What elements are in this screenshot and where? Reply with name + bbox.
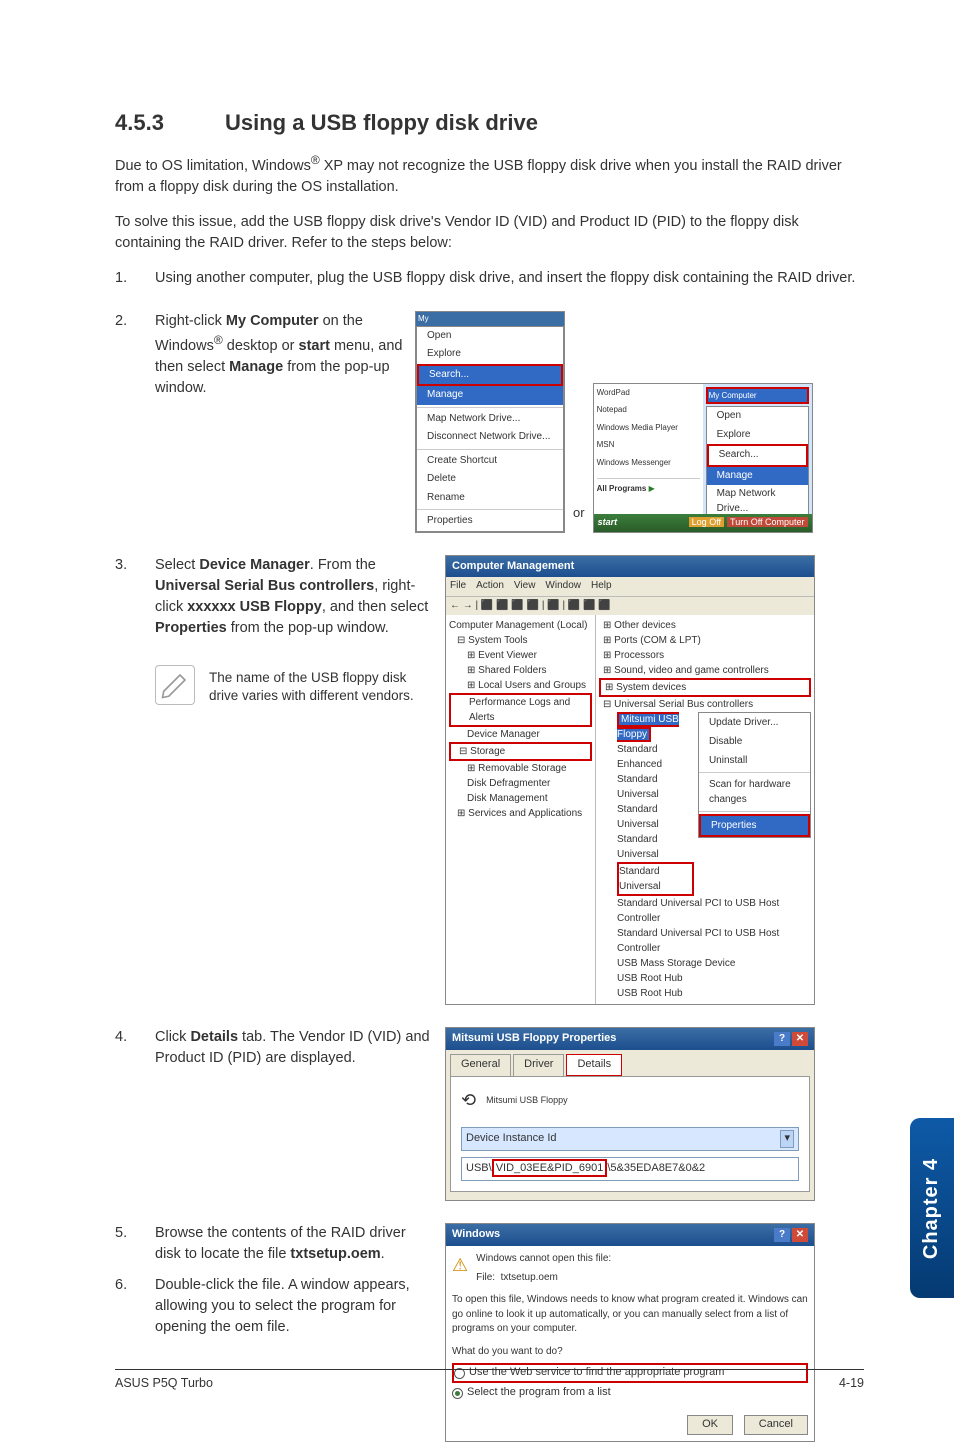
step-1: 1. Using another computer, plug the USB …	[115, 268, 864, 289]
tab-details[interactable]: Details	[566, 1054, 622, 1076]
instance-id-selector[interactable]: Device Instance Id ▾	[461, 1127, 799, 1151]
menu-disconnect-drive[interactable]: Disconnect Network Drive...	[417, 428, 563, 447]
computer-management-window: Computer Management File Action View Win…	[445, 555, 815, 1006]
menu-map-drive[interactable]: Map Network Drive...	[417, 410, 563, 429]
intro-para-2: To solve this issue, add the USB floppy …	[115, 212, 864, 254]
start-wordpad[interactable]: WordPad	[597, 387, 700, 399]
step-4: 4. Click Details tab. The Vendor ID (VID…	[115, 1027, 864, 1201]
chapter-tab: Chapter 4	[910, 1118, 954, 1298]
start-manage[interactable]: Manage	[707, 467, 808, 486]
device-icon: ⟲	[461, 1087, 476, 1113]
start-msn[interactable]: MSN	[597, 439, 700, 451]
tab-general[interactable]: General	[450, 1054, 511, 1076]
section-number: 4.5.3	[115, 110, 225, 136]
help-icon[interactable]: ?	[774, 1228, 790, 1242]
cancel-button[interactable]: Cancel	[744, 1415, 808, 1435]
or-text: or	[569, 504, 589, 533]
footer-left: ASUS P5Q Turbo	[115, 1376, 213, 1390]
help-icon[interactable]: ?	[774, 1032, 790, 1046]
close-icon[interactable]: ✕	[792, 1032, 808, 1046]
registered-mark: ®	[311, 153, 320, 167]
tab-driver[interactable]: Driver	[513, 1054, 564, 1076]
menu-rename[interactable]: Rename	[417, 489, 563, 508]
close-icon[interactable]: ✕	[792, 1228, 808, 1242]
step-2: 2. Right-click My Computer on the Window…	[115, 311, 864, 533]
menu-manage[interactable]: Manage	[417, 386, 563, 405]
usb-controllers-node[interactable]: Universal Serial Bus controllers	[614, 699, 753, 710]
step-3: 3. Select Device Manager. From the Unive…	[115, 555, 864, 1006]
start-menu-screenshot: WordPad Notepad Windows Media Player MSN…	[593, 383, 813, 533]
start-wmp[interactable]: Windows Media Player	[597, 422, 700, 434]
device-instance-id-value: USB\VID_03EE&PID_6901\5&35EDA8E7&0&2	[461, 1157, 799, 1181]
mycomputer-context-menu: My Open Explore Search... Manage Map Net…	[415, 311, 565, 533]
start-all-programs[interactable]: All Programs	[597, 484, 647, 493]
tree-device-manager[interactable]: Device Manager	[467, 729, 540, 740]
file-name: txtsetup.oem	[501, 1272, 558, 1283]
start-button[interactable]: start	[598, 516, 618, 529]
note-text: The name of the USB floppy disk drive va…	[209, 665, 435, 707]
start-notepad[interactable]: Notepad	[597, 404, 700, 416]
device-name-label: Mitsumi USB Floppy	[486, 1094, 568, 1107]
menu-explore[interactable]: Explore	[417, 345, 563, 364]
ctx-properties[interactable]: Properties	[699, 814, 810, 837]
start-messenger[interactable]: Windows Messenger	[597, 457, 700, 469]
start-mycomputer[interactable]: My Computer	[706, 387, 809, 405]
menu-delete[interactable]: Delete	[417, 470, 563, 489]
section-heading: 4.5.3Using a USB floppy disk drive	[115, 110, 864, 136]
section-title-text: Using a USB floppy disk drive	[225, 110, 538, 135]
page-footer: ASUS P5Q Turbo 4-19	[115, 1369, 864, 1390]
menu-search[interactable]: Search...	[417, 364, 563, 387]
menu-open[interactable]: Open	[417, 327, 563, 346]
chevron-down-icon[interactable]: ▾	[780, 1130, 794, 1148]
menu-properties[interactable]: Properties	[417, 512, 563, 531]
windows-open-file-dialog: Windows ?✕ ⚠ Windows cannot open this fi…	[445, 1223, 815, 1442]
note-icon	[155, 665, 195, 705]
warning-icon: ⚠	[452, 1252, 468, 1278]
ok-button[interactable]: OK	[687, 1415, 733, 1435]
properties-dialog: Mitsumi USB Floppy Properties ?✕ General…	[445, 1027, 815, 1201]
footer-right: 4-19	[839, 1376, 864, 1390]
mitsumi-usb-floppy-node[interactable]: Mitsumi USB Floppy	[617, 712, 679, 742]
step-5-6: 5. Browse the contents of the RAID drive…	[115, 1223, 864, 1442]
intro-para-1: Due to OS limitation, Windows® XP may no…	[115, 152, 864, 198]
menu-create-shortcut[interactable]: Create Shortcut	[417, 452, 563, 471]
dialog-title: Mitsumi USB Floppy Properties	[452, 1031, 616, 1047]
